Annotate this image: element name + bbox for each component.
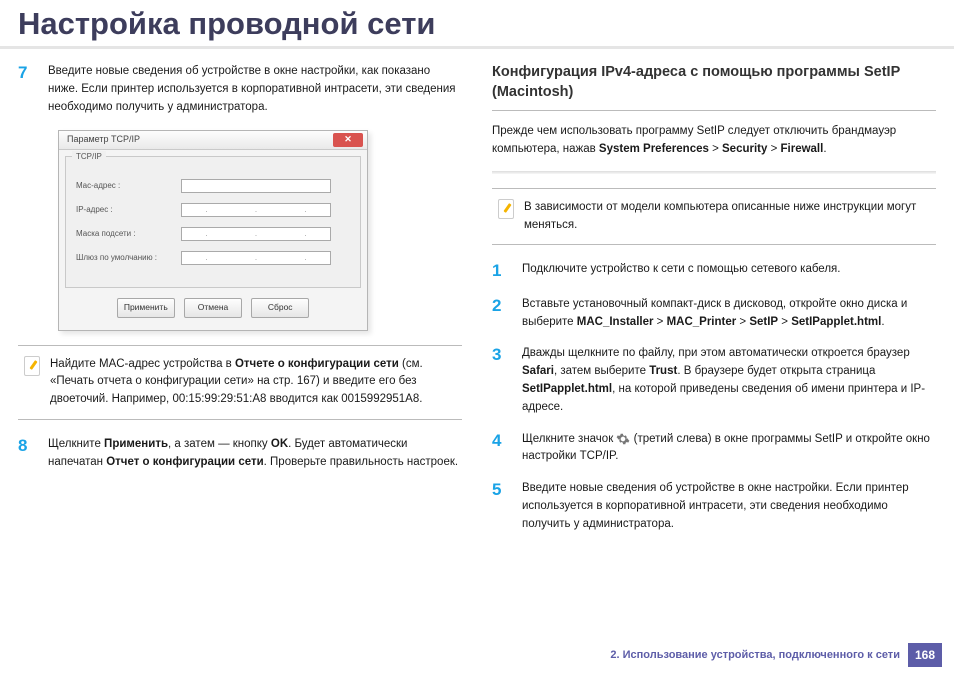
mac-note: Найдите MAC-адрес устройства в Отчете о …	[18, 345, 462, 420]
step-number: 3	[492, 345, 510, 416]
pencil-note-icon	[24, 356, 40, 376]
dialog-body: TCP/IP Mac-адрес : IP-адрес : ... Маска …	[59, 150, 367, 329]
step-text: Вставьте установочный компакт-диск в дис…	[522, 296, 936, 332]
mac-label: Mac-адрес :	[76, 180, 181, 192]
t: Дважды щелкните по файлу, при этом автом…	[522, 347, 910, 359]
model-note-text: В зависимости от модели компьютера описа…	[524, 199, 930, 235]
b: Отчет о конфигурации сети	[106, 456, 263, 468]
model-note: В зависимости от модели компьютера описа…	[492, 188, 936, 246]
cancel-button[interactable]: Отмена	[184, 298, 242, 317]
b: SetIP	[749, 316, 778, 328]
field-ip: IP-адрес : ...	[76, 203, 350, 217]
b: Safari	[522, 365, 554, 377]
page-number: 168	[908, 643, 942, 667]
step-text: Введите новые сведения об устройстве в о…	[522, 480, 936, 533]
dot: .	[823, 143, 826, 155]
step-8: 8 Щелкните Применить, а затем — кнопку O…	[18, 436, 462, 472]
right-column: Конфигурация IPv4-адреса с помощью прогр…	[492, 63, 936, 548]
t: Щелкните	[48, 438, 104, 450]
gear-icon	[616, 432, 630, 446]
step-text: Подключите устройство к сети с помощью с…	[522, 261, 936, 281]
mask-input[interactable]: ...	[181, 227, 331, 241]
sep: >	[653, 316, 666, 328]
gw-input[interactable]: ...	[181, 251, 331, 265]
step-number: 2	[492, 296, 510, 332]
reset-button[interactable]: Сброс	[251, 298, 309, 317]
b: Security	[722, 143, 767, 155]
t: , затем выберите	[554, 365, 649, 377]
divider	[492, 171, 936, 174]
step-number: 5	[492, 480, 510, 533]
step-number: 1	[492, 261, 510, 281]
t: . В браузере будет открыта страница	[677, 365, 875, 377]
ip-label: IP-адрес :	[76, 204, 181, 216]
b: System Preferences	[599, 143, 709, 155]
mask-label: Маска подсети :	[76, 228, 181, 240]
dot: .	[881, 316, 884, 328]
mac-note-text: Найдите MAC-адрес устройства в Отчете о …	[50, 356, 456, 409]
intro-paragraph: Прежде чем использовать программу SetIP …	[492, 123, 936, 159]
step-5: 5 Введите новые сведения об устройстве в…	[492, 480, 936, 533]
section-heading: Конфигурация IPv4-адреса с помощью прогр…	[492, 63, 936, 111]
sep: >	[736, 316, 749, 328]
dialog-group: TCP/IP Mac-адрес : IP-адрес : ... Маска …	[65, 156, 361, 288]
b: SetIPapplet.html	[791, 316, 881, 328]
dialog-title-text: Параметр TCP/IP	[67, 133, 140, 147]
sep: >	[709, 143, 722, 155]
dialog-titlebar: Параметр TCP/IP ✕	[59, 131, 367, 150]
step-text: Щелкните значок (третий слева) в окне пр…	[522, 431, 936, 467]
note-pre: Найдите MAC-адрес устройства в	[50, 358, 235, 370]
t: , а затем — кнопку	[168, 438, 271, 450]
b: Trust	[649, 365, 677, 377]
pencil-note-icon	[498, 199, 514, 219]
left-column: 7 Введите новые сведения об устройстве в…	[18, 63, 462, 548]
chapter-label: 2. Использование устройства, подключенно…	[610, 649, 900, 661]
step-text: Введите новые сведения об устройстве в о…	[48, 63, 462, 116]
b: MAC_Installer	[577, 316, 654, 328]
b: MAC_Printer	[667, 316, 737, 328]
b: Firewall	[781, 143, 824, 155]
ip-input[interactable]: ...	[181, 203, 331, 217]
step-7: 7 Введите новые сведения об устройстве в…	[18, 63, 462, 116]
group-label: TCP/IP	[72, 151, 106, 163]
step-2: 2 Вставьте установочный компакт-диск в д…	[492, 296, 936, 332]
apply-button[interactable]: Применить	[117, 298, 175, 317]
step-number: 7	[18, 63, 36, 116]
b: OK	[271, 438, 288, 450]
step-4: 4 Щелкните значок (третий слева) в окне …	[492, 431, 936, 467]
field-mac: Mac-адрес :	[76, 179, 350, 193]
content-columns: 7 Введите новые сведения об устройстве в…	[0, 49, 954, 548]
field-mask: Маска подсети : ...	[76, 227, 350, 241]
mac-input[interactable]	[181, 179, 331, 193]
gw-label: Шлюз по умолчанию :	[76, 252, 181, 264]
page-footer: 2. Использование устройства, подключенно…	[610, 643, 942, 667]
t: Щелкните значок	[522, 433, 613, 445]
step-number: 4	[492, 431, 510, 467]
t: . Проверьте правильность настроек.	[264, 456, 458, 468]
step-text: Щелкните Применить, а затем — кнопку OK.…	[48, 436, 462, 472]
field-gw: Шлюз по умолчанию : ...	[76, 251, 350, 265]
sep: >	[767, 143, 780, 155]
b: Применить	[104, 438, 168, 450]
step-1: 1 Подключите устройство к сети с помощью…	[492, 261, 936, 281]
close-icon[interactable]: ✕	[333, 133, 363, 147]
note-bold: Отчете о конфигурации сети	[235, 358, 399, 370]
sep: >	[778, 316, 791, 328]
step-3: 3 Дважды щелкните по файлу, при этом авт…	[492, 345, 936, 416]
step-number: 8	[18, 436, 36, 472]
tcpip-dialog: Параметр TCP/IP ✕ TCP/IP Mac-адрес : IP-…	[58, 130, 368, 330]
step-text: Дважды щелкните по файлу, при этом автом…	[522, 345, 936, 416]
page-title: Настройка проводной сети	[0, 0, 954, 49]
b: SetIPapplet.html	[522, 383, 612, 395]
dialog-buttons: Применить Отмена Сброс	[65, 288, 361, 323]
